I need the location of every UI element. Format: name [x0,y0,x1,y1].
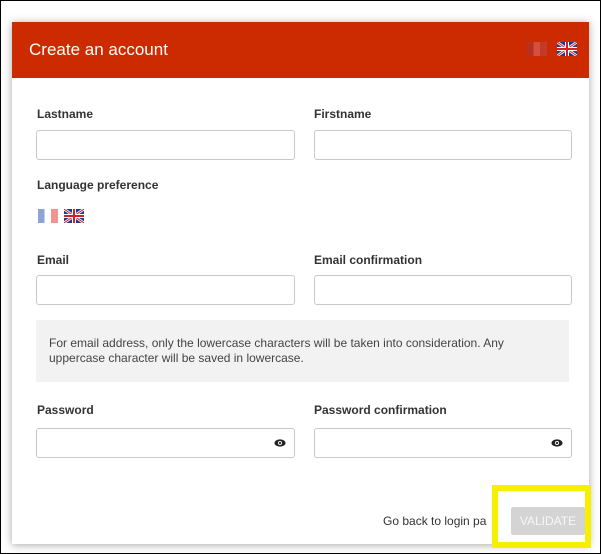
dialog-header: Create an account [12,22,589,78]
validate-button[interactable]: VALIDATE [511,507,585,535]
language-preference-options [38,209,84,223]
firstname-input[interactable] [314,130,572,160]
email-label: Email [37,253,70,267]
show-password-eye-icon[interactable] [274,439,286,447]
email-input[interactable] [36,275,295,305]
header-language-switcher [527,42,577,56]
back-to-login-link[interactable]: Go back to login pa [383,514,486,528]
create-account-dialog: Create an account Lastname Firstname Lan… [12,22,589,544]
email-confirmation-input[interactable] [314,275,572,305]
password-confirmation-input[interactable] [314,428,572,458]
firstname-label: Firstname [314,107,372,121]
lastname-input[interactable] [36,130,295,160]
dialog-title: Create an account [29,40,168,59]
flag-fr-icon[interactable] [38,209,58,223]
password-input[interactable] [36,428,295,458]
flag-uk-icon[interactable] [557,42,577,56]
email-info-box: For email address, only the lowercase ch… [36,320,569,382]
flag-fr-icon[interactable] [527,42,547,56]
lastname-label: Lastname [37,107,94,121]
show-password-confirmation-eye-icon[interactable] [551,439,563,447]
password-confirmation-label: Password confirmation [314,403,447,417]
flag-uk-icon[interactable] [64,209,84,223]
email-info-text: For email address, only the lowercase ch… [49,336,504,365]
email-confirmation-label: Email confirmation [314,253,423,267]
password-label: Password [37,403,94,417]
language-preference-label: Language preference [37,178,159,192]
